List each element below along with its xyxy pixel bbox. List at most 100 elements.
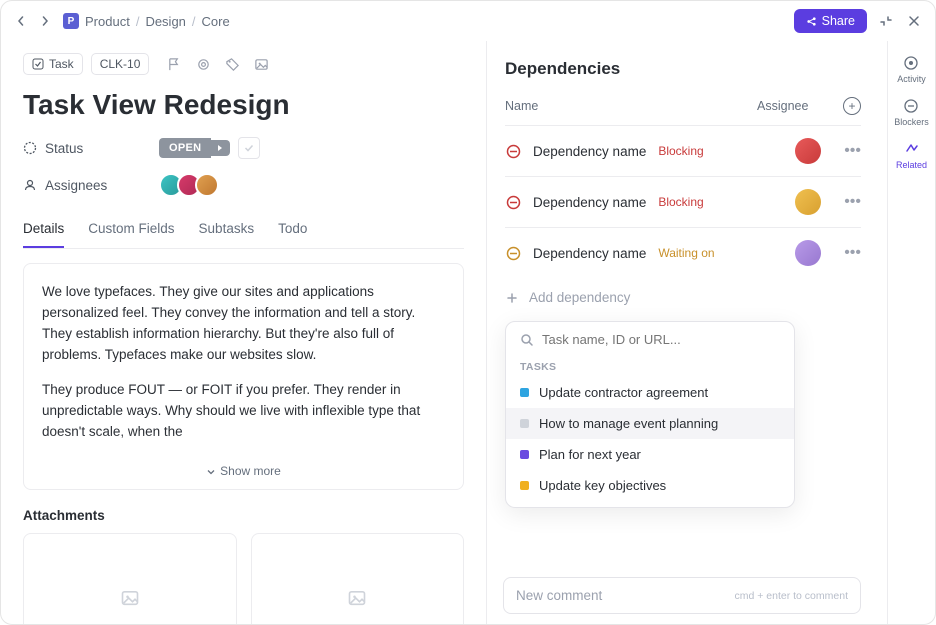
assignee-avatars[interactable] bbox=[159, 173, 219, 197]
rail-label: Blockers bbox=[894, 117, 929, 127]
search-dropdown: TASKS Update contractor agreement How to… bbox=[505, 321, 795, 508]
forward-button[interactable] bbox=[37, 13, 53, 29]
comment-input[interactable]: New comment cmd + enter to comment bbox=[503, 577, 861, 614]
assignees-label-wrap: Assignees bbox=[23, 178, 145, 193]
target-icon[interactable] bbox=[196, 57, 211, 72]
attachments-title: Attachments bbox=[23, 508, 464, 523]
rail-label: Activity bbox=[897, 74, 926, 84]
search-result-item[interactable]: Update contractor agreement bbox=[506, 377, 794, 408]
right-column: Dependencies Name Assignee + Dependency … bbox=[486, 41, 887, 624]
share-icon bbox=[806, 16, 817, 27]
status-dot bbox=[520, 481, 529, 490]
side-rail: Activity Blockers Related bbox=[887, 41, 935, 624]
breadcrumb-separator: / bbox=[192, 14, 196, 29]
description-fade bbox=[24, 433, 463, 463]
status-label-wrap: Status bbox=[23, 141, 145, 156]
image-icon bbox=[347, 588, 367, 608]
status-field-label: Status bbox=[45, 141, 83, 156]
blockers-icon bbox=[903, 98, 919, 114]
tabs: Details Custom Fields Subtasks Todo bbox=[23, 211, 464, 249]
flag-icon[interactable] bbox=[167, 57, 182, 72]
dependency-row[interactable]: Dependency name Blocking ••• bbox=[505, 125, 861, 176]
breadcrumb-item[interactable]: Core bbox=[202, 14, 230, 29]
more-button[interactable]: ••• bbox=[821, 142, 861, 160]
search-result-label: Update contractor agreement bbox=[539, 385, 708, 400]
tab-subtasks[interactable]: Subtasks bbox=[199, 211, 255, 248]
project-icon[interactable]: P bbox=[63, 13, 79, 29]
more-button[interactable]: ••• bbox=[821, 244, 861, 262]
assignees-row: Assignees bbox=[23, 173, 464, 197]
assignees-field-label: Assignees bbox=[45, 178, 107, 193]
comment-placeholder: New comment bbox=[516, 588, 602, 603]
status-value-wrap: OPEN bbox=[159, 137, 260, 159]
task-badges: Task CLK-10 bbox=[23, 53, 464, 75]
collapse-button[interactable] bbox=[877, 12, 895, 30]
dependency-status: Blocking bbox=[658, 193, 703, 211]
breadcrumb-item[interactable]: Design bbox=[145, 14, 185, 29]
attachment-placeholder[interactable] bbox=[23, 533, 237, 624]
show-more-label: Show more bbox=[220, 462, 281, 481]
close-button[interactable] bbox=[905, 12, 923, 30]
share-button[interactable]: Share bbox=[794, 9, 867, 33]
search-result-label: How to manage event planning bbox=[539, 416, 718, 431]
status-row: Status OPEN bbox=[23, 137, 464, 159]
related-icon bbox=[904, 141, 920, 157]
rail-related[interactable]: Related bbox=[896, 141, 927, 170]
search-result-item[interactable]: How to manage event planning bbox=[506, 408, 794, 439]
tab-todo[interactable]: Todo bbox=[278, 211, 307, 248]
topbar-right: Share bbox=[794, 9, 923, 33]
task-icon bbox=[32, 58, 44, 70]
status-chip[interactable]: OPEN bbox=[159, 138, 211, 158]
search-result-item[interactable]: Update key objectives bbox=[506, 470, 794, 501]
status-dot bbox=[520, 419, 529, 428]
plus-icon bbox=[505, 291, 519, 305]
blocking-icon bbox=[505, 194, 521, 210]
rail-activity[interactable]: Activity bbox=[897, 55, 926, 84]
tab-details[interactable]: Details bbox=[23, 211, 64, 248]
search-input[interactable] bbox=[542, 332, 780, 347]
more-button[interactable]: ••• bbox=[821, 193, 861, 211]
attachments-list bbox=[23, 533, 464, 624]
dependency-name: Dependency name bbox=[533, 144, 646, 159]
task-title: Task View Redesign bbox=[23, 89, 464, 121]
column-name: Name bbox=[505, 99, 757, 113]
search-section-label: TASKS bbox=[506, 355, 794, 377]
status-complete-button[interactable] bbox=[238, 137, 260, 159]
share-label: Share bbox=[822, 14, 855, 28]
tab-custom-fields[interactable]: Custom Fields bbox=[88, 211, 174, 248]
avatar[interactable] bbox=[795, 138, 821, 164]
search-icon bbox=[520, 333, 534, 347]
description-box: We love typefaces. They give our sites a… bbox=[23, 263, 464, 490]
breadcrumb: P Product / Design / Core bbox=[63, 13, 230, 29]
status-dot bbox=[520, 450, 529, 459]
avatar[interactable] bbox=[195, 173, 219, 197]
status-icon bbox=[23, 141, 37, 155]
add-column-button[interactable]: + bbox=[843, 97, 861, 115]
add-dependency-button[interactable]: Add dependency bbox=[505, 278, 861, 317]
search-result-label: Update key objectives bbox=[539, 478, 666, 493]
rail-blockers[interactable]: Blockers bbox=[894, 98, 929, 127]
search-result-item[interactable]: Plan for next year bbox=[506, 439, 794, 470]
search-result-label: Plan for next year bbox=[539, 447, 641, 462]
breadcrumb-item[interactable]: Product bbox=[85, 14, 130, 29]
avatar[interactable] bbox=[795, 189, 821, 215]
add-dependency-label: Add dependency bbox=[529, 290, 630, 305]
attachment-placeholder[interactable] bbox=[251, 533, 465, 624]
main-content: Task CLK-10 Task View Redesign Status OP… bbox=[1, 41, 935, 624]
dependency-row[interactable]: Dependency name Blocking ••• bbox=[505, 176, 861, 227]
dependency-row[interactable]: Dependency name Waiting on ••• bbox=[505, 227, 861, 278]
avatar[interactable] bbox=[795, 240, 821, 266]
tag-icon[interactable] bbox=[225, 57, 240, 72]
status-next-button[interactable] bbox=[210, 140, 230, 156]
task-id-badge[interactable]: CLK-10 bbox=[91, 53, 150, 75]
search-input-wrap bbox=[506, 332, 794, 355]
description-paragraph: We love typefaces. They give our sites a… bbox=[42, 282, 445, 366]
image-icon[interactable] bbox=[254, 57, 269, 72]
dependency-status: Blocking bbox=[658, 142, 703, 160]
nav-arrows bbox=[13, 13, 53, 29]
chevron-down-icon bbox=[206, 467, 216, 477]
waiting-icon bbox=[505, 245, 521, 261]
dependencies-header: Name Assignee + bbox=[505, 97, 861, 125]
task-type-badge[interactable]: Task bbox=[23, 53, 83, 75]
back-button[interactable] bbox=[13, 13, 29, 29]
